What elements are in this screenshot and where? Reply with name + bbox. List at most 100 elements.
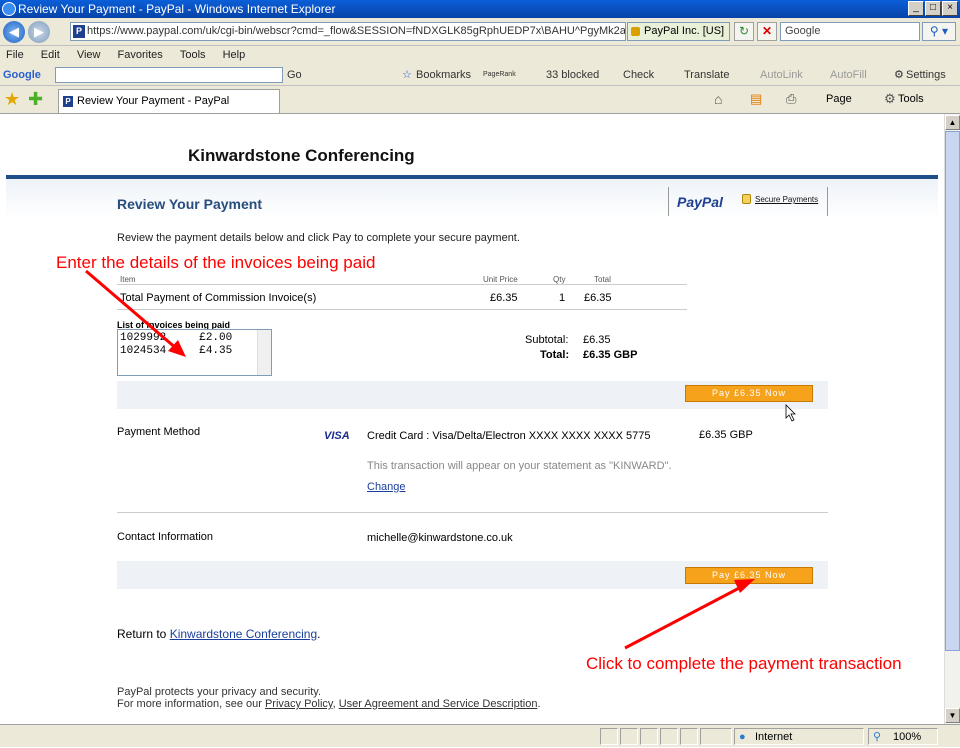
invoice-list-value: 1029992 £2.00 1024534 £4.35 xyxy=(120,332,233,357)
spellcheck-button[interactable]: Check xyxy=(623,64,654,86)
forward-button[interactable]: ▶ xyxy=(28,21,50,43)
privacy-note: PayPal protects your privacy and securit… xyxy=(117,686,321,698)
annotation-enter-invoices: Enter the details of the invoices being … xyxy=(56,253,376,272)
menu-file[interactable]: File xyxy=(6,49,24,61)
menu-favorites[interactable]: Favorites xyxy=(118,49,163,61)
item-price: £6.35 xyxy=(490,292,518,304)
tools-gear-icon: ⚙ xyxy=(884,91,896,106)
status-cell xyxy=(640,728,658,745)
home-icon[interactable]: ⌂ xyxy=(714,91,722,107)
minimize-button[interactable]: _ xyxy=(908,1,924,16)
return-line: Return to Kinwardstone Conferencing. xyxy=(117,627,320,641)
favorites-star-icon[interactable]: ★ xyxy=(4,89,20,110)
change-payment-link[interactable]: Change xyxy=(367,481,406,493)
autolink-button[interactable]: AutoLink xyxy=(760,64,803,86)
visa-logo: VISA xyxy=(324,430,350,442)
item-qty: 1 xyxy=(559,292,566,304)
menu-view[interactable]: View xyxy=(77,49,101,61)
add-favorites-icon[interactable]: ✚ xyxy=(28,89,43,110)
status-cell xyxy=(680,728,698,745)
statement-note: This transaction will appear on your sta… xyxy=(367,460,672,472)
feeds-icon[interactable]: ▤ xyxy=(750,91,762,107)
table-row: Total Payment of Commission Invoice(s) £… xyxy=(117,284,687,310)
google-search-input[interactable] xyxy=(55,67,283,83)
status-cell xyxy=(620,728,638,745)
zone-indicator[interactable]: ● Internet xyxy=(734,728,864,745)
autofill-button[interactable]: AutoFill xyxy=(830,64,867,86)
padlock-icon xyxy=(742,194,751,204)
search-input[interactable]: Google xyxy=(780,22,920,41)
menu-tools[interactable]: Tools xyxy=(180,49,206,61)
tools-menu[interactable]: Tools xyxy=(898,93,924,105)
status-bar: ● Internet ⚲ 100% xyxy=(0,724,960,747)
pagerank-indicator[interactable]: PageRank xyxy=(483,64,516,86)
paypal-branding: PayPal Secure Payments xyxy=(668,187,828,216)
paypal-logo: PayPal xyxy=(677,194,723,210)
subtotal-label: Subtotal: xyxy=(525,334,569,346)
back-button[interactable]: ◀ xyxy=(3,21,25,43)
total-label: Total: xyxy=(540,349,570,361)
menu-help[interactable]: Help xyxy=(223,49,246,61)
title-bar: Review Your Payment - PayPal - Windows I… xyxy=(0,0,960,18)
privacy-policy-link[interactable]: Privacy Policy xyxy=(265,698,333,710)
paypal-tab-icon: P xyxy=(63,96,73,107)
status-cell xyxy=(700,728,732,745)
google-logo[interactable]: Google xyxy=(3,64,41,86)
return-merchant-link[interactable]: Kinwardstone Conferencing xyxy=(170,627,317,641)
close-window-button[interactable]: × xyxy=(942,1,958,16)
pay-now-button-bottom[interactable]: Pay £6.35 Now xyxy=(685,567,813,584)
footer-links: For more information, see our Privacy Po… xyxy=(117,698,541,710)
invoice-list-textarea[interactable]: 1029992 £2.00 1024534 £4.35 xyxy=(117,329,272,376)
page-menu[interactable]: Page xyxy=(826,93,852,105)
user-agreement-link[interactable]: User Agreement and Service Description xyxy=(339,698,538,710)
footer-suffix: . xyxy=(537,698,541,710)
tab-review-payment[interactable]: P Review Your Payment - PayPal xyxy=(58,89,280,113)
globe-icon: ● xyxy=(739,731,746,743)
address-bar[interactable]: P https://www.paypal.com/uk/cgi-bin/webs… xyxy=(70,22,626,41)
intro-text: Review the payment details below and cli… xyxy=(117,232,520,244)
cert-label: PayPal Inc. [US] xyxy=(644,25,725,37)
page-scrollbar[interactable]: ▲ ▼ xyxy=(944,114,960,724)
item-total: £6.35 xyxy=(584,292,612,304)
tab-bar: ★ ✚ P Review Your Payment - PayPal ⌂ ▤ ⎙… xyxy=(0,86,960,114)
zone-label: Internet xyxy=(755,731,793,743)
card-details: Credit Card : Visa/Delta/Electron XXXX X… xyxy=(367,430,651,442)
divider xyxy=(117,512,828,513)
popup-blocker[interactable]: 33 blocked xyxy=(546,64,599,86)
return-prefix: Return to xyxy=(117,627,170,641)
zoom-icon: ⚲ xyxy=(873,731,882,743)
ie-icon xyxy=(2,2,16,16)
maximize-button[interactable]: □ xyxy=(925,1,941,16)
scroll-down-icon[interactable]: ▼ xyxy=(945,708,960,723)
address-toolbar: ◀ ▶ P https://www.paypal.com/uk/cgi-bin/… xyxy=(0,18,960,46)
subtotal-value: £6.35 xyxy=(583,334,611,346)
address-url: https://www.paypal.com/uk/cgi-bin/webscr… xyxy=(87,25,626,37)
stop-icon[interactable]: ✕ xyxy=(757,22,777,41)
zoom-level: 100% xyxy=(893,731,922,743)
google-go-button[interactable]: Go xyxy=(287,64,302,86)
contact-info-label: Contact Information xyxy=(117,531,213,543)
pay-now-button-top[interactable]: Pay £6.35 Now xyxy=(685,385,813,402)
print-icon[interactable]: ⎙ xyxy=(786,91,796,107)
menu-edit[interactable]: Edit xyxy=(41,49,60,61)
settings-button[interactable]: Settings xyxy=(906,64,946,86)
scroll-thumb[interactable] xyxy=(945,131,960,651)
refresh-icon[interactable]: ↻ xyxy=(734,22,754,41)
scroll-up-icon[interactable]: ▲ xyxy=(945,115,960,130)
secure-payments-link[interactable]: Secure Payments xyxy=(755,195,818,204)
page-title: Review Your Payment xyxy=(117,196,262,212)
textarea-scrollbar[interactable] xyxy=(257,330,271,375)
zoom-control[interactable]: ⚲ 100% xyxy=(868,728,938,745)
bookmarks-star-icon: ☆ xyxy=(402,69,412,81)
merchant-name: Kinwardstone Conferencing xyxy=(188,146,415,165)
tab-title: Review Your Payment - PayPal xyxy=(77,95,230,107)
column-item: Item xyxy=(120,275,136,284)
security-certificate-badge[interactable]: PayPal Inc. [US] xyxy=(627,22,730,41)
bookmarks-menu[interactable]: Bookmarks xyxy=(416,64,471,86)
lock-icon xyxy=(631,27,640,36)
search-icon[interactable]: ⚲ ▾ xyxy=(922,22,956,41)
status-cell xyxy=(660,728,678,745)
translate-button[interactable]: Translate xyxy=(684,64,729,86)
window-title: Review Your Payment - PayPal - Windows I… xyxy=(18,2,336,16)
footer-prefix: For more information, see our xyxy=(117,698,265,710)
